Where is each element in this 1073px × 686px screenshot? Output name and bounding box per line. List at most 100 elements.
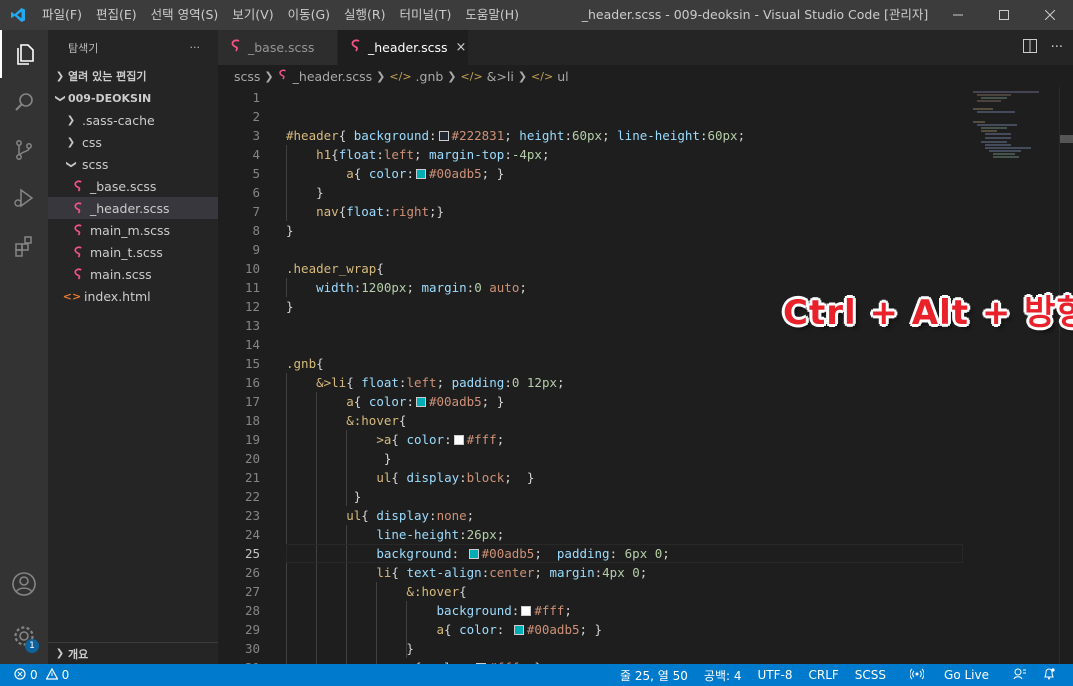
breadcrumb-item[interactable]: scss [234,69,260,84]
code-editor[interactable]: 1 2 3 4 5 6 7 8 9 10 11 12 13 14 15 16 17 18 19 20 21 22 23 24 2… [218,87,1073,664]
chevron-right-icon: ❯ [517,69,528,83]
line-number: 30 [244,641,260,656]
code-line[interactable]: background: #fff; [286,601,572,620]
chevron-right-icon: ❯ [376,69,386,83]
error-icon [14,667,26,683]
tree-item[interactable]: _base.scss [48,175,218,197]
tree-item-label: main_t.scss [90,244,163,260]
editor-actions: ··· [1022,30,1063,65]
tree-item[interactable]: main_m.scss [48,219,218,241]
end-of-line[interactable]: CRLF [800,668,846,682]
code-line[interactable]: } [286,487,362,506]
minimize-icon[interactable] [935,0,981,30]
code-line[interactable]: &>li{ float:left; padding:0 12px; [286,373,564,392]
line-number: 21 [244,470,260,485]
code-line[interactable]: .gnb{ [286,354,324,373]
close-window-icon[interactable] [1027,0,1073,30]
sass-file-icon [350,39,362,56]
chevron-right-icon: ❯ [55,70,65,82]
maximize-icon[interactable] [981,0,1027,30]
menu-help[interactable]: 도움말(H) [458,0,526,30]
line-number: 27 [244,584,260,599]
tree-item[interactable]: ❯ scss [48,153,218,175]
open-editors-section[interactable]: ❯ 열려 있는 편집기 [48,65,218,87]
line-number: 20 [244,451,260,466]
code-line[interactable]: ul{ display:block; } [286,468,534,487]
code-line[interactable]: } [286,221,294,240]
language-mode[interactable]: SCSS [847,668,894,682]
feedback-icon[interactable] [1005,668,1035,683]
tree-item[interactable]: main_t.scss [48,241,218,263]
window-title: _header.scss - 009-deoksin - Visual Stud… [581,7,929,22]
encoding[interactable]: UTF-8 [750,668,801,682]
menu-terminal[interactable]: 터미널(T) [393,0,459,30]
tab-header-scss[interactable]: _header.scss × [338,30,468,65]
chevron-right-icon: ❯ [66,114,76,126]
split-editor-icon[interactable] [1022,38,1037,57]
tree-item[interactable]: ❯ .sass-cache [48,109,218,131]
menu-selection[interactable]: 선택 영역(S) [144,0,226,30]
close-tab-icon[interactable]: × [456,40,467,55]
tree-item[interactable]: <> index.html [48,285,218,307]
code-line[interactable]: width:1200px; margin:0 auto; [286,278,527,297]
more-actions-icon[interactable]: ··· [190,41,201,54]
breadcrumb-item[interactable]: ul [557,69,568,84]
code-line[interactable]: } [286,183,324,202]
code-line[interactable]: >a{ color: #fff; [286,430,504,449]
source-control-icon[interactable] [0,126,48,174]
line-number: 11 [244,280,260,295]
code-line[interactable]: } [286,449,392,468]
go-live-button[interactable]: Go Live [894,668,1005,683]
account-icon[interactable] [0,560,48,608]
cursor-position[interactable]: 줄 25, 열 50 [612,667,696,684]
code-line[interactable]: } [286,639,414,658]
minimap[interactable] [963,87,1073,664]
code-line[interactable]: } [286,297,294,316]
chevron-right-icon: ❯ [66,136,76,148]
menu-file[interactable]: 파일(F) [35,0,89,30]
code-line[interactable]: &:hover{ [286,582,466,601]
settings-gear-icon[interactable]: 1 [0,612,48,660]
tree-item[interactable]: _header.scss [48,197,218,219]
extensions-icon[interactable] [0,222,48,270]
indentation[interactable]: 공백: 4 [696,667,750,684]
problems-indicator[interactable]: 0 0 [14,667,69,683]
code-line[interactable]: .header_wrap{ [286,259,384,278]
code-line[interactable]: &:hover{ [286,411,406,430]
tab-base-scss[interactable]: _base.scss [218,30,338,65]
symbol-icon: </> [531,69,554,83]
tab-label: _base.scss [248,40,315,55]
tree-item[interactable]: ❯ css [48,131,218,153]
menu-edit[interactable]: 편집(E) [89,0,144,30]
code-line[interactable]: background: #00adb5; padding: 6px 0; [286,544,670,563]
editor-scrollbar[interactable] [1059,87,1073,664]
explorer-icon[interactable] [0,30,48,78]
notifications-bell-icon[interactable] [1035,667,1063,683]
code-line[interactable]: line-height:26px; [286,525,504,544]
sass-file-icon [70,268,86,281]
code-line[interactable]: #header{ background: #222831; height:60px… [286,126,745,145]
chevron-right-icon: ❯ [447,69,457,83]
code-line[interactable]: a{ color: #00adb5; } [286,620,603,639]
code-line[interactable]: a{ color: #00adb5; } [286,392,504,411]
search-icon[interactable] [0,78,48,126]
breadcrumb-item[interactable]: &>li [487,69,514,84]
breadcrumb-item[interactable]: _header.scss [293,69,373,84]
code-line[interactable]: li{ text-align:center; margin:4px 0; [286,563,647,582]
code-line[interactable]: nav{float:right;} [286,202,444,221]
more-actions-icon[interactable]: ··· [1051,40,1063,55]
menu-go[interactable]: 이동(G) [281,0,337,30]
menu-run[interactable]: 실행(R) [337,0,392,30]
settings-badge: 1 [25,639,39,653]
folder-section[interactable]: ❯ 009-DEOKSIN [48,87,218,109]
tree-item[interactable]: main.scss [48,263,218,285]
menu-view[interactable]: 보기(V) [225,0,280,30]
outline-section[interactable]: ❯ 개요 [48,642,218,664]
code-line[interactable]: h1{float:left; margin-top:-4px; [286,145,549,164]
code-line[interactable]: a{ color: #00adb5; } [286,164,504,183]
open-editors-label: 열려 있는 편집기 [68,70,147,83]
breadcrumb-item[interactable]: .gnb [416,69,444,84]
code-line[interactable]: ul{ display:none; [286,506,474,525]
tree-item-label: css [82,134,102,150]
run-debug-icon[interactable] [0,174,48,222]
